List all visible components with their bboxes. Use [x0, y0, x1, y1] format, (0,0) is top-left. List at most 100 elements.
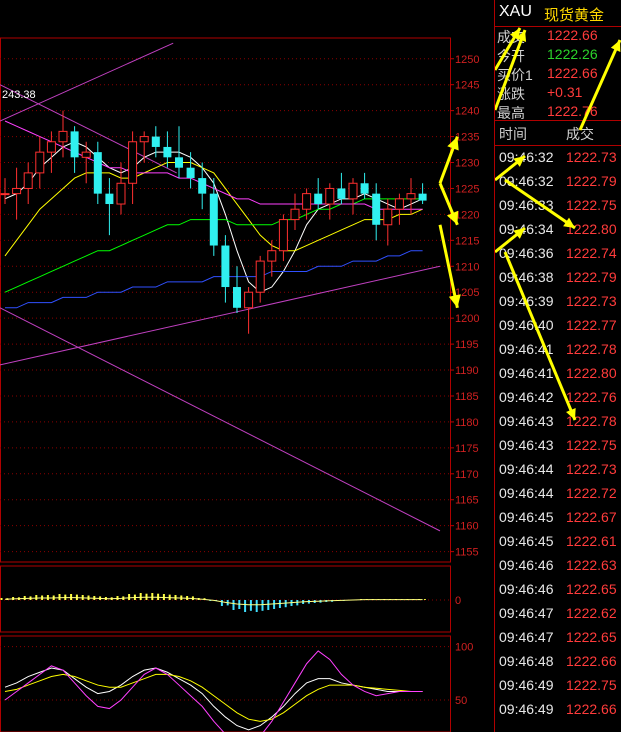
candle-body [198, 178, 207, 194]
price-axis-label: 1170 [455, 469, 479, 481]
tick-row: 09:46:43 1222.78 [495, 410, 621, 434]
candle-body [267, 250, 277, 262]
tick-time: 09:46:32 [499, 173, 554, 189]
candle-body [383, 208, 393, 226]
price-axis-label: 1250 [455, 54, 479, 66]
candle-body [314, 193, 323, 205]
tick-row: 09:46:32 1222.73 [495, 146, 621, 170]
quote-panel: XAU 现货黄金 成交 1222.66 今开 1222.26 买价1 1222.66 涨跌 +… [494, 0, 621, 732]
candle-body [93, 152, 102, 194]
tick-time: 09:46:49 [499, 677, 554, 693]
candle-body [233, 287, 241, 308]
tick-time: 09:46:34 [499, 221, 554, 237]
candle-body [58, 130, 68, 143]
tick-time: 09:46:43 [499, 437, 554, 453]
tick-table-header: 时间 成交 [495, 120, 621, 146]
tick-price: 1222.75 [566, 677, 617, 693]
price-axis-label: 1155 [455, 547, 479, 559]
tick-time: 09:46:47 [499, 629, 554, 645]
macd-axis-label: 0 [455, 595, 461, 607]
candle-body [278, 219, 288, 252]
time-column-header: 时间 [499, 126, 527, 142]
candle-body [12, 187, 22, 195]
tick-price: 1222.73 [566, 293, 617, 309]
tick-time: 09:46:32 [499, 149, 554, 165]
quote-value: 1222.26 [547, 46, 598, 62]
tick-price: 1222.76 [566, 389, 617, 405]
tick-time: 09:46:45 [499, 533, 554, 549]
tick-time: 09:46:33 [499, 197, 554, 213]
tick-row: 09:46:49 1222.66 [495, 698, 621, 722]
tick-time: 09:46:49 [499, 701, 554, 717]
price-axis-label: 1245 [455, 80, 479, 92]
tick-time: 09:46:44 [499, 485, 554, 501]
trendline [0, 307, 441, 532]
price-axis-label: 1230 [455, 158, 479, 170]
tick-price: 1222.80 [566, 221, 617, 237]
candle-body [255, 260, 265, 293]
tick-row: 09:46:33 1222.75 [495, 194, 621, 218]
quote-row: 买价1 1222.66 [495, 65, 621, 84]
tick-time: 09:46:38 [499, 269, 554, 285]
tick-time: 09:46:44 [499, 461, 554, 477]
oscillator-line [4, 650, 423, 732]
candle-body [360, 183, 369, 194]
price-axis-label: 1195 [455, 339, 479, 351]
candle-body [221, 245, 230, 288]
tick-row: 09:46:41 1222.78 [495, 338, 621, 362]
tick-price: 1222.73 [566, 149, 617, 165]
tick-price: 1222.79 [566, 173, 617, 189]
price-axis-label: 1210 [455, 261, 479, 273]
price-axis-label: 1160 [455, 521, 479, 533]
price-axis-label: 1165 [455, 495, 479, 507]
tick-row: 09:46:32 1222.79 [495, 170, 621, 194]
candle-body [348, 182, 358, 200]
tick-price: 1222.75 [566, 197, 617, 213]
candle-body [418, 193, 427, 201]
tick-row: 09:46:47 1222.62 [495, 602, 621, 626]
candle-body [186, 167, 195, 179]
tick-price: 1222.66 [566, 653, 617, 669]
tick-row: 09:46:47 1222.65 [495, 626, 621, 650]
quote-label: 涨跌 [497, 86, 525, 102]
tick-row: 09:46:40 1222.77 [495, 314, 621, 338]
trendline [0, 265, 441, 366]
tick-row: 09:46:48 1222.66 [495, 650, 621, 674]
tick-row: 09:46:43 1222.75 [495, 434, 621, 458]
chart-area: 1250124512401235123012251220121512101205… [0, 37, 479, 732]
tick-price: 1222.78 [566, 341, 617, 357]
candle-body [0, 193, 10, 196]
quote-value: 1222.66 [547, 65, 598, 81]
tick-row: 09:46:44 1222.73 [495, 458, 621, 482]
tick-price: 1222.77 [566, 317, 617, 333]
candle-body [394, 198, 404, 210]
tick-time: 09:46:41 [499, 365, 554, 381]
candle-body [128, 141, 138, 184]
tick-row: 09:46:46 1222.63 [495, 554, 621, 578]
tick-price: 1222.66 [566, 701, 617, 717]
candle-body [23, 172, 33, 189]
price-axis-label: 1175 [455, 443, 479, 455]
tick-price: 1222.74 [566, 245, 617, 261]
quote-value: +0.31 [547, 84, 583, 100]
candle-body [325, 187, 335, 205]
tick-row: 09:46:46 1222.65 [495, 578, 621, 602]
tick-time: 09:46:42 [499, 389, 554, 405]
price-axis-label: 1215 [455, 235, 479, 247]
tick-price: 1222.72 [566, 485, 617, 501]
tick-time: 09:46:48 [499, 653, 554, 669]
candle-body [337, 188, 346, 199]
oscillator-axis-label: 100 [455, 642, 473, 654]
tick-time: 09:46:36 [499, 245, 554, 261]
oscillator-axis-label: 50 [455, 695, 467, 707]
tick-row: 09:46:36 1222.74 [495, 242, 621, 266]
candle-body [35, 151, 45, 174]
candle-body [209, 193, 218, 246]
candle-body [302, 193, 312, 210]
symbol-name: 现货黄金 [544, 7, 605, 24]
symbol-code: XAU [499, 3, 532, 20]
candle-body [46, 141, 56, 153]
candle-body [139, 136, 149, 143]
oscillator-line [4, 673, 423, 722]
candle-body [163, 146, 172, 158]
